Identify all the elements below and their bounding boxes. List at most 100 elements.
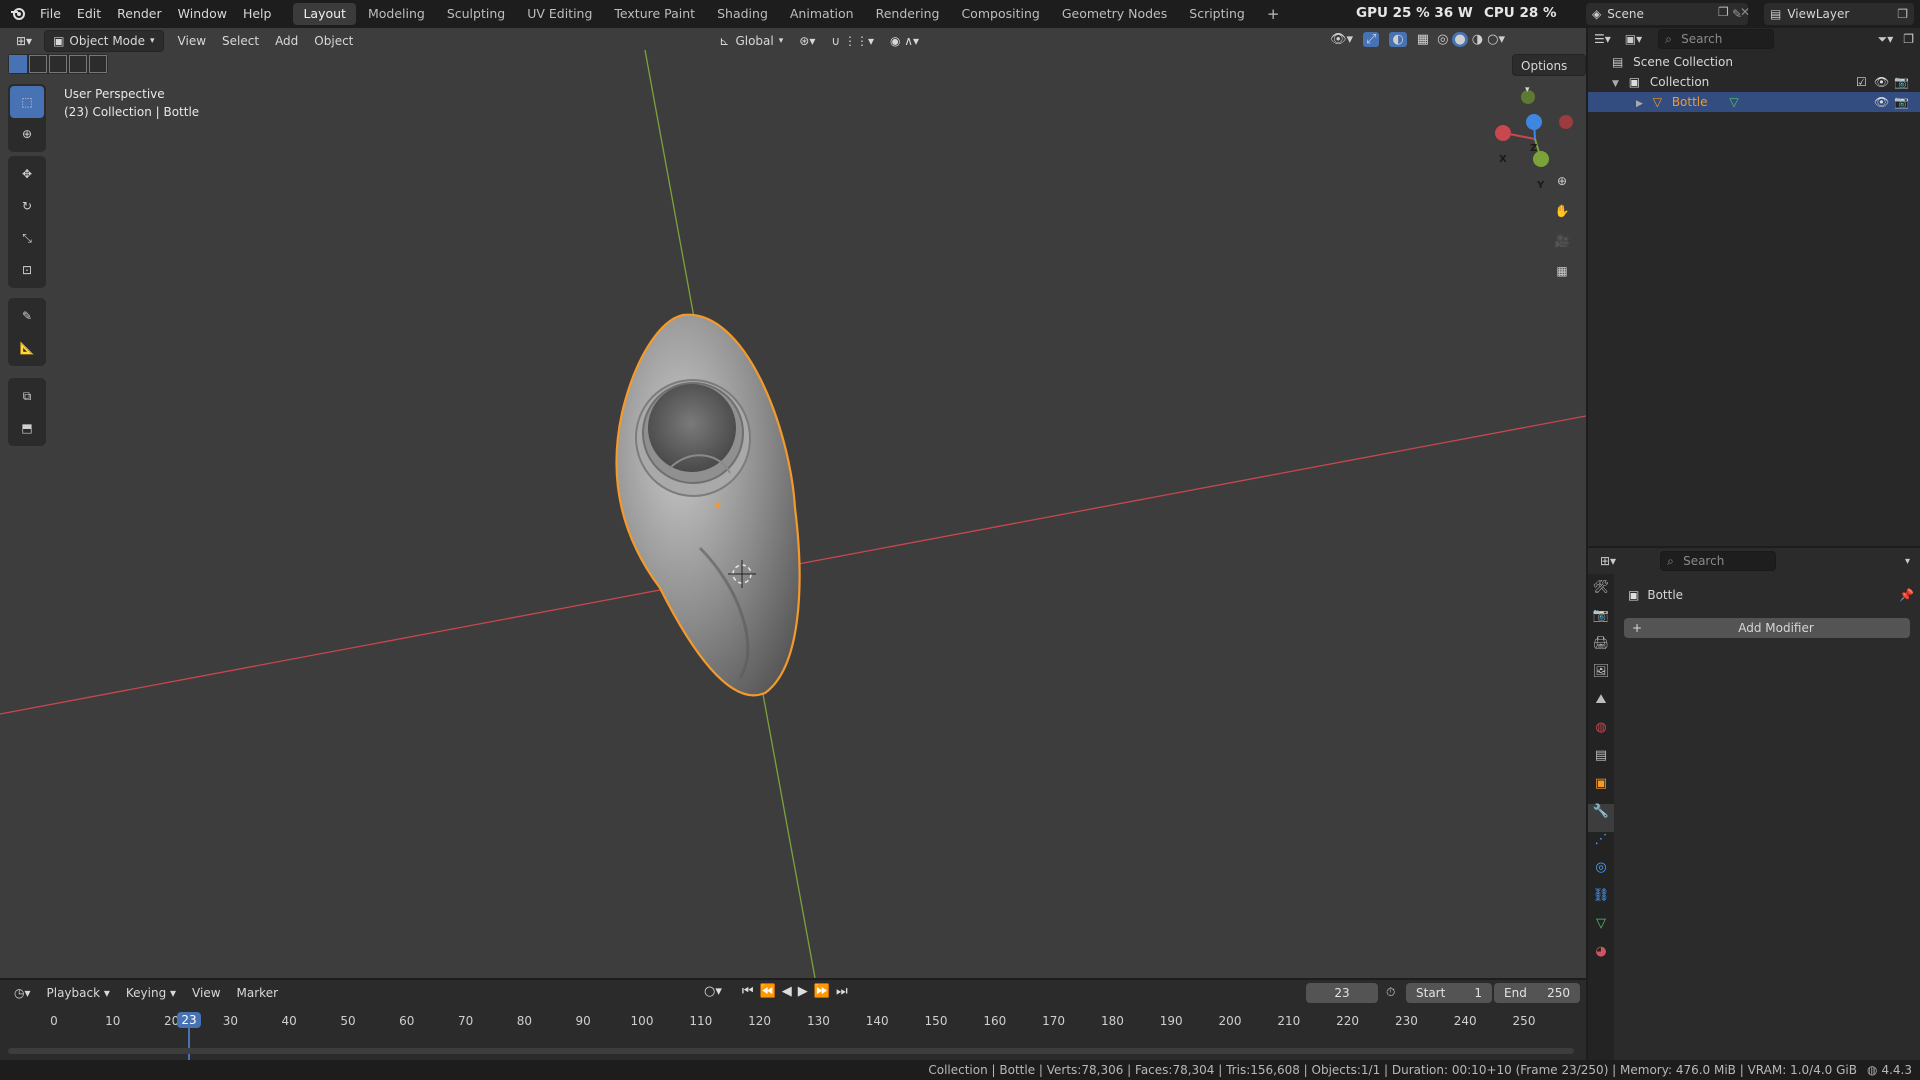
chevron-right-icon[interactable]: ▶ bbox=[1636, 99, 1643, 109]
stopwatch-icon[interactable]: ⏱ bbox=[1386, 985, 1395, 1000]
material-tab-icon[interactable]: ◕ bbox=[1595, 944, 1606, 972]
play-reverse-icon[interactable]: ◀ bbox=[782, 984, 792, 999]
zoom-icon[interactable]: ⊕ bbox=[1549, 168, 1575, 194]
outliner-row-scene-collection[interactable]: ▤ Scene Collection bbox=[1588, 52, 1920, 72]
eye-icon[interactable]: 👁 bbox=[1874, 72, 1889, 92]
menu-help[interactable]: Help bbox=[235, 0, 280, 28]
delete-scene-icon[interactable]: ✕ bbox=[1740, 5, 1750, 19]
snap-icon[interactable]: ∪ ⋮⋮▾ bbox=[823, 30, 882, 52]
physics-tab-icon[interactable]: ◎ bbox=[1595, 860, 1606, 888]
tab-shading[interactable]: Shading bbox=[707, 3, 778, 25]
timeline-scrollbar[interactable] bbox=[8, 1048, 1574, 1054]
mode-selector[interactable]: ▣ Object Mode ▾ bbox=[44, 30, 164, 52]
object-tab-icon[interactable]: ▣ bbox=[1595, 776, 1607, 804]
new-collection-icon[interactable]: ❐ bbox=[1903, 32, 1914, 46]
menu-view[interactable]: View bbox=[170, 30, 214, 52]
menu-keying[interactable]: Keying ▾ bbox=[118, 982, 184, 1004]
tab-scripting[interactable]: Scripting bbox=[1179, 3, 1255, 25]
new-view-layer-icon[interactable]: ❐ bbox=[1897, 7, 1908, 21]
tab-compositing[interactable]: Compositing bbox=[951, 3, 1049, 25]
render-tab-icon[interactable]: 📷 bbox=[1593, 608, 1609, 636]
add-workspace-button[interactable]: + bbox=[1257, 3, 1290, 25]
jump-start-icon[interactable]: ⏮ bbox=[742, 984, 754, 999]
select-box-icon[interactable]: ⬚ bbox=[10, 86, 44, 118]
render-camera-icon[interactable]: 📷 bbox=[1894, 72, 1909, 92]
tool-tab-icon[interactable]: 🛠 bbox=[1593, 580, 1610, 608]
properties-search-input[interactable]: ⌕ Search bbox=[1660, 551, 1777, 571]
add-cube-icon[interactable]: ⧉ bbox=[10, 380, 44, 412]
tab-modeling[interactable]: Modeling bbox=[358, 3, 435, 25]
timeline-type-icon[interactable]: ◷▾ bbox=[6, 982, 39, 1004]
overlay-toggle-icon[interactable]: ◐ bbox=[1389, 32, 1407, 47]
menu-file[interactable]: File bbox=[32, 0, 69, 28]
tab-texture-paint[interactable]: Texture Paint bbox=[604, 3, 705, 25]
xray-icon[interactable]: ▦ bbox=[1417, 32, 1429, 47]
particles-tab-icon[interactable]: ⋰ bbox=[1595, 832, 1608, 860]
3d-viewport[interactable]: X Y Z ⊞▾ ▣ Object Mode ▾ View Select Add… bbox=[0, 28, 1586, 978]
rotate-icon[interactable]: ↻ bbox=[10, 190, 44, 222]
perspective-grid-icon[interactable]: ▦ bbox=[1549, 258, 1575, 284]
outliner-row-collection[interactable]: ▼ ▣ Collection ☑ 👁 📷 bbox=[1588, 72, 1920, 92]
editor-type-icon[interactable]: ⊞▾ bbox=[8, 30, 40, 52]
proportional-edit-icon[interactable]: ◉ ∧▾ bbox=[882, 30, 927, 52]
extrude-icon[interactable]: ⬒ bbox=[10, 412, 44, 444]
tab-rendering[interactable]: Rendering bbox=[866, 3, 950, 25]
select-new-icon[interactable] bbox=[9, 55, 27, 73]
collection-tab-icon[interactable]: ▤ bbox=[1595, 748, 1607, 776]
select-extend-icon[interactable] bbox=[29, 55, 47, 73]
output-tab-icon[interactable]: 🖨 bbox=[1593, 636, 1610, 664]
constraints-tab-icon[interactable]: ⛓ bbox=[1593, 888, 1610, 916]
menu-render[interactable]: Render bbox=[109, 0, 170, 28]
data-tab-icon[interactable]: ▽ bbox=[1596, 916, 1606, 944]
tab-uv-editing[interactable]: UV Editing bbox=[517, 3, 602, 25]
cursor-icon[interactable]: ⊕ bbox=[10, 118, 44, 150]
bottle-object[interactable] bbox=[615, 313, 801, 697]
tab-animation[interactable]: Animation bbox=[780, 3, 864, 25]
chevron-down-icon[interactable]: ▼ bbox=[1612, 79, 1619, 89]
pin-icon[interactable]: 📌 bbox=[1899, 588, 1914, 602]
render-camera-icon[interactable]: 📷 bbox=[1894, 92, 1909, 112]
wireframe-shading-icon[interactable]: ◎ bbox=[1437, 32, 1448, 47]
add-modifier-button[interactable]: + Add Modifier bbox=[1624, 618, 1910, 638]
scene-tab-icon[interactable]: ⛰ bbox=[1596, 692, 1607, 720]
outliner-type-icon[interactable]: ☰▾ bbox=[1594, 32, 1611, 46]
play-icon[interactable]: ▶ bbox=[798, 984, 808, 999]
outliner-row-bottle[interactable]: ▶ ▽ Bottle ▽ 👁 📷 bbox=[1588, 92, 1920, 112]
transform-orientation[interactable]: ⊾ Global ▾ bbox=[711, 30, 791, 52]
menu-add[interactable]: Add bbox=[267, 30, 306, 52]
menu-window[interactable]: Window bbox=[170, 0, 235, 28]
start-frame-field[interactable]: Start 1 bbox=[1406, 983, 1492, 1003]
filter-icon[interactable]: ⏷▾ bbox=[1878, 32, 1894, 47]
measure-icon[interactable]: 📐 bbox=[10, 332, 44, 364]
menu-object[interactable]: Object bbox=[306, 30, 361, 52]
jump-end-icon[interactable]: ⏭ bbox=[836, 984, 848, 999]
menu-marker[interactable]: Marker bbox=[229, 982, 286, 1004]
solid-shading-icon[interactable]: ● bbox=[1452, 32, 1468, 47]
display-mode-icon[interactable]: ▣▾ bbox=[1625, 32, 1642, 46]
gizmo-toggle-icon[interactable]: ⤢ bbox=[1363, 32, 1380, 47]
new-scene-icon[interactable]: ❐ bbox=[1718, 5, 1729, 19]
blender-logo-icon[interactable] bbox=[4, 0, 32, 28]
select-intersect-icon[interactable] bbox=[89, 55, 107, 73]
exclude-checkbox-icon[interactable]: ☑ bbox=[1856, 72, 1867, 92]
menu-edit[interactable]: Edit bbox=[69, 0, 109, 28]
menu-playback[interactable]: Playback ▾ bbox=[39, 982, 118, 1004]
camera-view-icon[interactable]: 🎥 bbox=[1549, 228, 1575, 254]
jump-keyframe-back-icon[interactable]: ⏪ bbox=[760, 984, 776, 999]
move-icon[interactable]: ✥ bbox=[10, 158, 44, 190]
end-frame-field[interactable]: End 250 bbox=[1494, 983, 1580, 1003]
annotate-icon[interactable]: ✎ bbox=[10, 300, 44, 332]
modifier-tab-icon[interactable]: 🔧 bbox=[1588, 804, 1614, 832]
timeline-ruler[interactable]: 0 10 20 30 40 50 60 70 80 90 100 110 120 130 140 150 160… bbox=[0, 1006, 1586, 1060]
tab-sculpting[interactable]: Sculpting bbox=[437, 3, 515, 25]
pan-hand-icon[interactable]: ✋ bbox=[1549, 198, 1575, 224]
playhead-frame-badge[interactable]: 23 bbox=[177, 1012, 201, 1028]
eye-icon[interactable]: 👁 bbox=[1874, 92, 1889, 112]
transform-icon[interactable]: ⊡ bbox=[10, 254, 44, 286]
menu-select[interactable]: Select bbox=[214, 30, 267, 52]
material-shading-icon[interactable]: ◑ bbox=[1472, 32, 1483, 47]
record-icon[interactable]: ○▾ bbox=[704, 984, 722, 999]
pivot-icon[interactable]: ⊛▾ bbox=[791, 30, 823, 52]
properties-type-icon[interactable]: ⊞▾ bbox=[1600, 554, 1616, 568]
view-layer-selector[interactable]: ▤ ViewLayer ❐ bbox=[1764, 3, 1914, 25]
